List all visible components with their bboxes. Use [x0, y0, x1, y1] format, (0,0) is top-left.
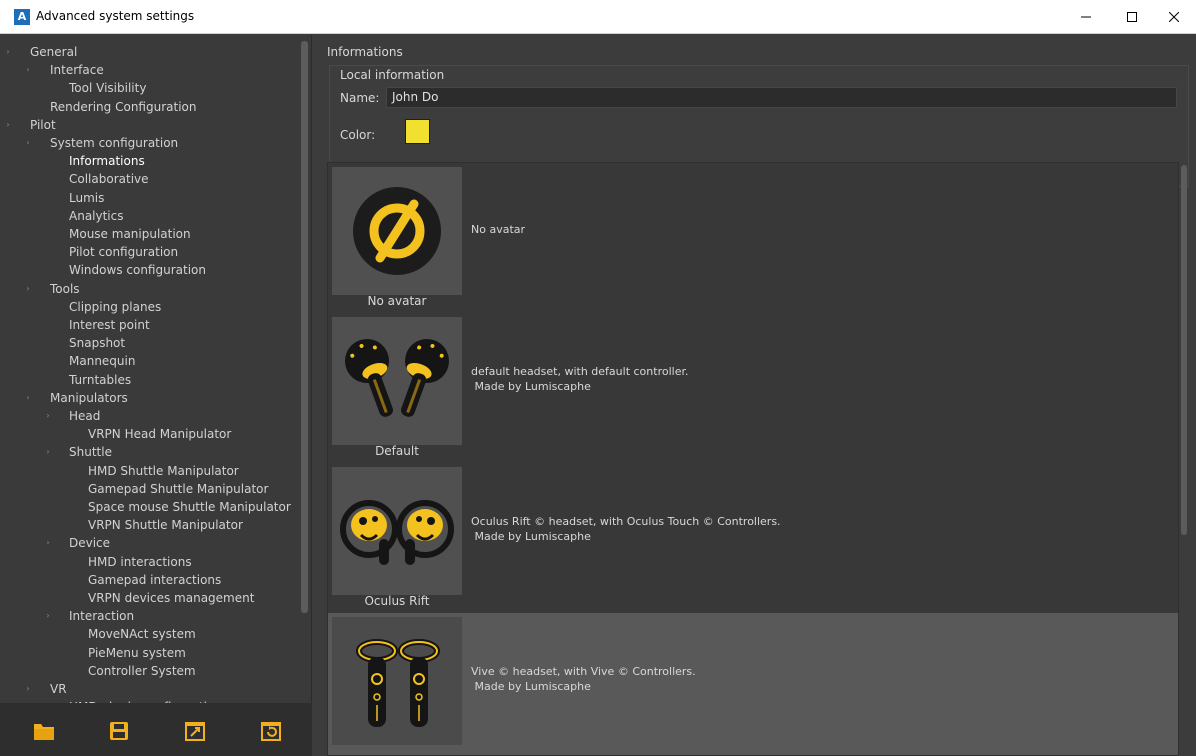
tree-expand-icon[interactable]: › — [24, 280, 32, 298]
tree-item[interactable]: Snapshot — [69, 334, 125, 352]
tree-item[interactable]: General — [30, 43, 77, 61]
tree-item[interactable]: Clipping planes — [69, 298, 161, 316]
settings-tree: › General › Interface Tool Visibility Renderi… — [0, 39, 300, 703]
tree-expand-icon[interactable]: › — [24, 134, 32, 152]
tree-item[interactable]: VRPN Shuttle Manipulator — [88, 516, 243, 534]
maximize-icon — [1127, 12, 1137, 22]
tree-item[interactable]: System configuration — [50, 134, 178, 152]
name-input[interactable]: John Do — [386, 87, 1177, 108]
tree-item[interactable]: Gamepad interactions — [88, 571, 221, 589]
tree-item[interactable]: Shuttle — [69, 443, 112, 461]
tree-scrollbar[interactable] — [301, 41, 308, 613]
avatar-description: Vive © headset, with Vive © Controllers. — [471, 665, 696, 678]
tree-item[interactable]: HMD Shuttle Manipulator — [88, 462, 239, 480]
tree-item[interactable]: VRPN Head Manipulator — [88, 425, 231, 443]
tree-item[interactable]: Device — [69, 534, 110, 552]
tree-item[interactable]: Mannequin — [69, 352, 135, 370]
minimize-button[interactable] — [1064, 0, 1108, 34]
tree-expand-icon[interactable]: › — [44, 534, 52, 552]
reset-button[interactable] — [260, 720, 282, 742]
color-label: Color: — [340, 128, 376, 142]
tree-expand-icon[interactable]: › — [4, 43, 12, 61]
export-icon — [185, 722, 205, 741]
avatar-description: No avatar — [471, 223, 526, 236]
tree-expand-icon[interactable]: › — [4, 116, 12, 134]
avatar-row-default[interactable]: Default default headset, with default co… — [328, 313, 1178, 463]
save-button[interactable] — [108, 720, 130, 742]
save-icon — [110, 722, 128, 740]
tree-expand-icon[interactable]: › — [24, 680, 32, 698]
tree-item[interactable]: Gamepad Shuttle Manipulator — [88, 480, 268, 498]
avatar-author: Made by Lumiscaphe — [471, 530, 591, 543]
tree-item[interactable]: Tools — [50, 280, 80, 298]
avatar-row-oculus-rift[interactable]: Oculus Rift Oculus Rift © headset, with … — [328, 463, 1178, 613]
group-title: Local information — [340, 68, 445, 82]
content-panel: Informations Local information Name: Joh… — [313, 35, 1196, 756]
vive-controllers-icon — [356, 639, 440, 727]
maximize-button[interactable] — [1110, 0, 1154, 34]
no-avatar-icon — [353, 187, 441, 275]
tree-expand-icon[interactable]: › — [44, 607, 52, 625]
color-picker-swatch[interactable] — [405, 119, 430, 144]
tree-item[interactable]: Lumis — [69, 189, 104, 207]
tree-item[interactable]: Space mouse Shuttle Manipulator — [88, 498, 291, 516]
avatar-thumbnail — [332, 467, 462, 595]
tree-item[interactable]: Interest point — [69, 316, 150, 334]
default-controllers-icon — [345, 339, 449, 417]
avatar-list-scrollbar[interactable] — [1181, 165, 1187, 535]
tree-item[interactable]: VR — [50, 680, 67, 698]
avatar-description: Oculus Rift © headset, with Oculus Touch… — [471, 515, 781, 528]
tree-item[interactable]: PieMenu system — [88, 644, 186, 662]
tree-item[interactable]: Interface — [50, 61, 104, 79]
tree-item[interactable]: Interaction — [69, 607, 134, 625]
tree-item[interactable]: Mouse manipulation — [69, 225, 191, 243]
avatar-description: default headset, with default controller… — [471, 365, 689, 378]
avatar-row-no-avatar[interactable]: No avatar No avatar — [328, 163, 1178, 313]
tree-expand-icon[interactable]: › — [24, 61, 32, 79]
avatar-list: No avatar No avatar Default default head… — [327, 162, 1179, 756]
open-folder-button[interactable] — [33, 720, 55, 742]
avatar-thumbnail — [332, 167, 462, 295]
tree-item[interactable]: MoveNAct system — [88, 625, 196, 643]
avatar-author: Made by Lumiscaphe — [471, 380, 591, 393]
tree-expand-icon[interactable]: › — [24, 389, 32, 407]
tree-item[interactable]: Head — [69, 407, 100, 425]
close-button[interactable] — [1152, 0, 1196, 34]
window-title: Advanced system settings — [36, 9, 195, 23]
avatar-thumbnail — [332, 617, 462, 745]
tree-item[interactable]: Collaborative — [69, 170, 149, 188]
bottom-toolbar — [0, 703, 312, 756]
tree-expand-icon[interactable]: › — [44, 443, 52, 461]
tree-item[interactable]: Controller System — [88, 662, 196, 680]
tree-item[interactable]: Pilot — [30, 116, 56, 134]
folder-icon — [34, 724, 54, 740]
tree-item[interactable]: Turntables — [69, 371, 131, 389]
export-button[interactable] — [184, 720, 206, 742]
avatar-thumbnail — [332, 317, 462, 445]
tree-item[interactable]: Tool Visibility — [69, 79, 146, 97]
avatar-caption: Default — [375, 444, 419, 458]
settings-tree-panel: › General › Interface Tool Visibility Renderi… — [0, 35, 312, 756]
avatar-row-vive[interactable]: Vive © headset, with Vive © Controllers.… — [328, 613, 1178, 755]
page-title: Informations — [327, 45, 403, 59]
tree-item[interactable]: VRPN devices management — [88, 589, 254, 607]
tree-item[interactable]: Informations — [69, 152, 145, 170]
avatar-caption: No avatar — [367, 294, 427, 308]
tree-item[interactable]: Pilot configuration — [69, 243, 178, 261]
name-label: Name: — [340, 91, 380, 105]
tree-item[interactable]: Analytics — [69, 207, 124, 225]
tree-expand-icon[interactable]: › — [44, 407, 52, 425]
tree-item[interactable]: Manipulators — [50, 389, 128, 407]
tree-item[interactable]: Windows configuration — [69, 261, 206, 279]
avatar-caption: Oculus Rift — [364, 594, 430, 608]
avatar-author: Made by Lumiscaphe — [471, 680, 591, 693]
close-icon — [1169, 12, 1179, 22]
app-logo-icon: A — [14, 9, 30, 25]
title-bar: A Advanced system settings — [0, 0, 1196, 34]
reset-icon — [261, 722, 281, 741]
tree-item[interactable]: HMD interactions — [88, 553, 192, 571]
oculus-touch-icon — [340, 500, 454, 565]
minimize-icon — [1081, 16, 1091, 18]
tree-item[interactable]: Rendering Configuration — [50, 98, 196, 116]
